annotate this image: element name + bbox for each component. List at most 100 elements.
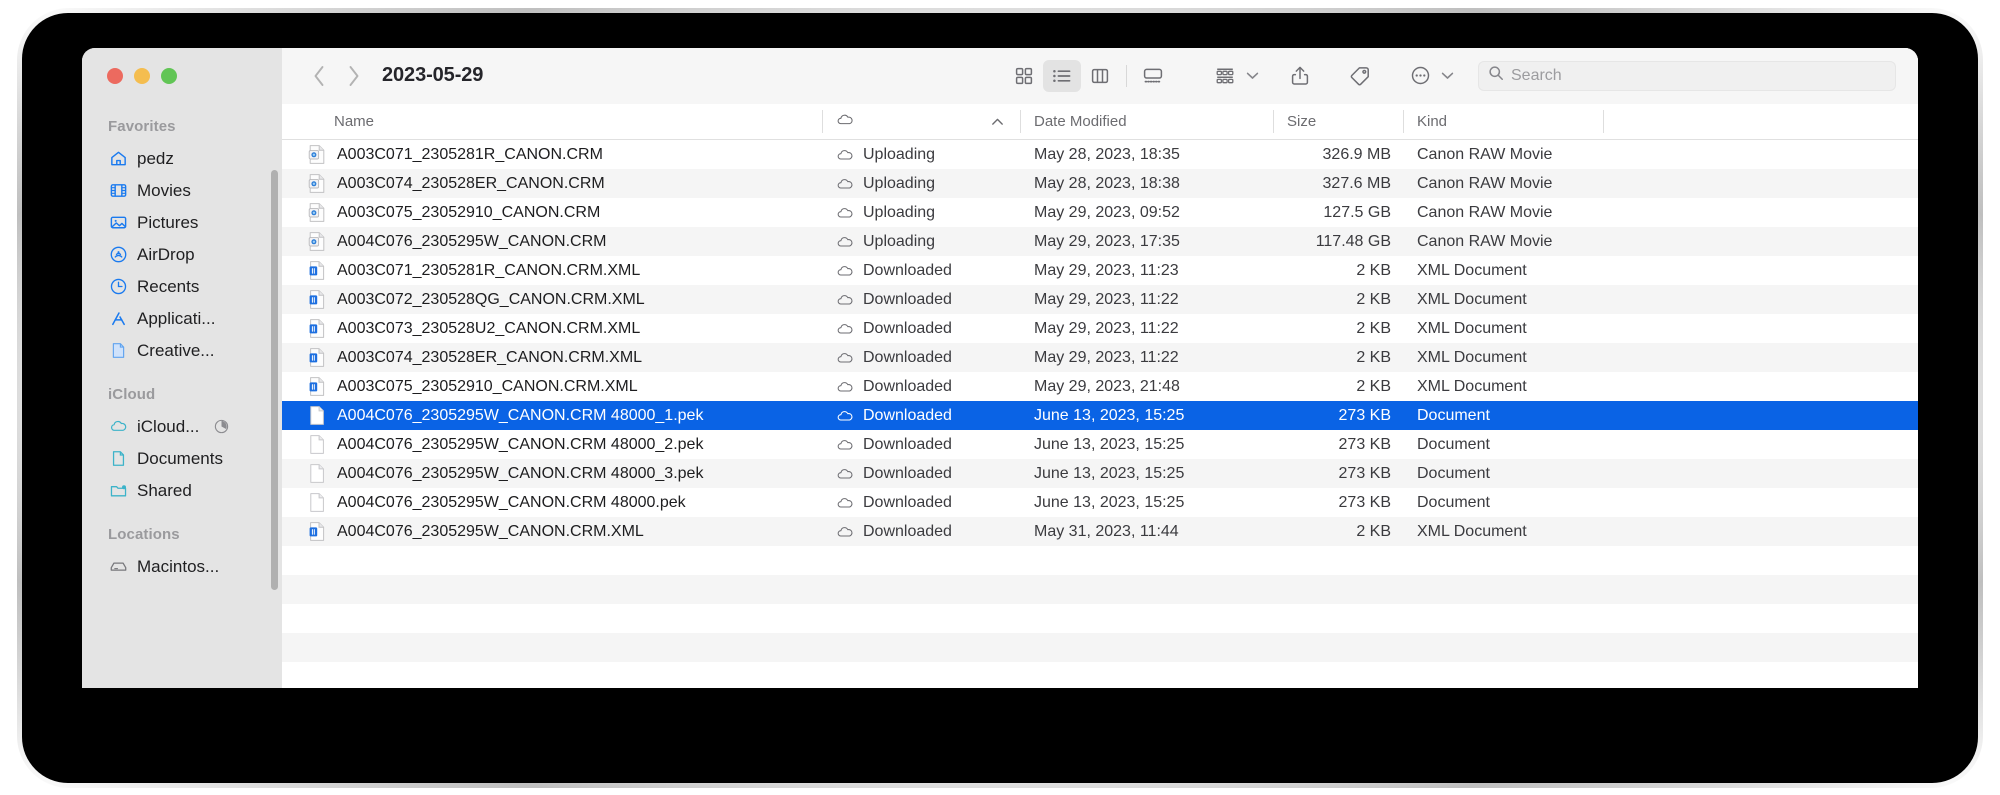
file-name-cell[interactable]: A004C076_2305295W_CANON.CRM 48000_1.pek [282, 405, 822, 427]
cloud-icon [836, 409, 855, 423]
cloud-icon [836, 293, 855, 307]
file-name-cell[interactable]: A004C076_2305295W_CANON.CRM 48000_2.pek [282, 434, 822, 456]
cloud-status-text: Downloaded [863, 464, 952, 482]
sidebar-item-recents[interactable]: Recents [82, 270, 282, 302]
sidebar-item-pictures[interactable]: Pictures [82, 206, 282, 238]
empty-row [282, 662, 1918, 688]
forward-button[interactable] [336, 59, 370, 93]
file-name-cell[interactable]: A004C076_2305295W_CANON.CRM [282, 231, 822, 253]
table-row[interactable]: A004C076_2305295W_CANON.CRM 48000_3.pek D… [282, 459, 1918, 488]
cloud-status-text: Downloaded [863, 319, 952, 337]
file-name-text: A004C076_2305295W_CANON.CRM 48000_1.pek [337, 406, 704, 424]
table-row[interactable]: A004C076_2305295W_CANON.CRM.XML Downloade… [282, 517, 1918, 546]
size-cell: 2 KB [1356, 377, 1391, 395]
size-cell: 273 KB [1338, 406, 1391, 424]
date-modified-cell: May 29, 2023, 21:48 [1034, 377, 1180, 395]
cloud-status-text: Downloaded [863, 348, 952, 366]
table-row[interactable]: A003C074_230528ER_CANON.CRM.XML Downloade… [282, 343, 1918, 372]
file-name-text: A003C075_23052910_CANON.CRM.XML [337, 377, 638, 395]
file-name-text: A003C074_230528ER_CANON.CRM [337, 174, 605, 192]
file-name-cell[interactable]: A003C074_230528ER_CANON.CRM.XML [282, 347, 822, 369]
sidebar-item-shared[interactable]: Shared [82, 474, 282, 506]
document-icon [108, 340, 128, 360]
table-row[interactable]: A003C075_23052910_CANON.CRM.XML Downloade… [282, 372, 1918, 401]
cloud-status-text: Downloaded [863, 290, 952, 308]
gallery-view-button[interactable] [1134, 60, 1172, 92]
file-name-cell[interactable]: A004C076_2305295W_CANON.CRM 48000_3.pek [282, 463, 822, 485]
sidebar-item-pedz[interactable]: pedz [82, 142, 282, 174]
table-row[interactable]: A003C074_230528ER_CANON.CRM Uploading May … [282, 169, 1918, 198]
table-row[interactable]: A004C076_2305295W_CANON.CRM 48000.pek Dow… [282, 488, 1918, 517]
table-row[interactable]: A004C076_2305295W_CANON.CRM 48000_1.pek D… [282, 401, 1918, 430]
table-row[interactable]: A003C073_230528U2_CANON.CRM.XML Downloade… [282, 314, 1918, 343]
more-actions-control[interactable] [1401, 60, 1454, 92]
table-row[interactable]: A004C076_2305295W_CANON.CRM 48000_2.pek D… [282, 430, 1918, 459]
sidebar-item-documents[interactable]: Documents [82, 442, 282, 474]
sidebar-section-icloud: iCloud [108, 386, 156, 403]
column-header-name[interactable]: Name [282, 104, 822, 139]
date-modified-cell: June 13, 2023, 15:25 [1034, 406, 1185, 424]
cloud-status-text: Uploading [863, 203, 936, 221]
file-name-cell[interactable]: A003C075_23052910_CANON.CRM.XML [282, 376, 822, 398]
size-cell: 2 KB [1356, 348, 1391, 366]
sidebar-item-label: Macintos... [137, 556, 220, 576]
group-by-control[interactable] [1206, 60, 1259, 92]
sidebar-item-label: Shared [137, 480, 192, 500]
airdrop-icon [108, 244, 128, 264]
file-name-cell[interactable]: A003C071_2305281R_CANON.CRM.XML [282, 260, 822, 282]
date-modified-cell: May 28, 2023, 18:35 [1034, 145, 1180, 163]
file-list[interactable]: A003C071_2305281R_CANON.CRM Uploading May … [282, 140, 1918, 688]
shared-folder-icon [108, 480, 128, 500]
table-row[interactable]: A003C071_2305281R_CANON.CRM Uploading May … [282, 140, 1918, 169]
blank-doc-icon [306, 463, 328, 485]
column-header-size[interactable]: Size [1273, 104, 1403, 139]
icon-view-button[interactable] [1005, 60, 1043, 92]
column-view-button[interactable] [1081, 60, 1119, 92]
date-modified-cell: May 29, 2023, 11:23 [1034, 261, 1179, 279]
minimize-button[interactable] [134, 68, 150, 84]
sidebar-item-icloud-drive[interactable]: iCloud... [82, 410, 282, 442]
column-header-date-modified[interactable]: Date Modified [1020, 104, 1273, 139]
cloud-icon [836, 177, 855, 191]
file-name-cell[interactable]: A004C076_2305295W_CANON.CRM 48000.pek [282, 492, 822, 514]
file-name-cell[interactable]: A003C075_23052910_CANON.CRM [282, 202, 822, 224]
table-row[interactable]: A003C072_230528QG_CANON.CRM.XML Downloade… [282, 285, 1918, 314]
sidebar-item-label: Creative... [137, 340, 215, 360]
column-header-label: Date Modified [1034, 113, 1127, 130]
sidebar-item-macintosh-hd[interactable]: Macintos... [82, 550, 282, 582]
column-header-cloud-status[interactable] [822, 104, 1020, 139]
maximize-button[interactable] [161, 68, 177, 84]
file-name-cell[interactable]: A003C072_230528QG_CANON.CRM.XML [282, 289, 822, 311]
sidebar-scrollbar[interactable] [271, 170, 278, 590]
search-input[interactable]: Search [1478, 60, 1896, 91]
more-button[interactable] [1401, 60, 1439, 92]
sidebar-section-locations: Locations [108, 526, 180, 543]
list-view-button[interactable] [1043, 59, 1081, 92]
tag-icon[interactable] [1341, 60, 1379, 92]
sidebar-item-label: iCloud... [137, 416, 200, 436]
file-name-cell[interactable]: A003C074_230528ER_CANON.CRM [282, 173, 822, 195]
date-modified-cell: May 29, 2023, 11:22 [1034, 319, 1179, 337]
cloud-status-text: Downloaded [863, 435, 952, 453]
sidebar-item-creative[interactable]: Creative... [82, 334, 282, 366]
file-name-cell[interactable]: A004C076_2305295W_CANON.CRM.XML [282, 521, 822, 543]
sidebar-item-applications[interactable]: Applicati... [82, 302, 282, 334]
kind-cell: Canon RAW Movie [1417, 174, 1553, 192]
table-row[interactable]: A004C076_2305295W_CANON.CRM Uploading May … [282, 227, 1918, 256]
sidebar-item-movies[interactable]: Movies [82, 174, 282, 206]
close-button[interactable] [107, 68, 123, 84]
table-row[interactable]: A003C075_23052910_CANON.CRM Uploading May … [282, 198, 1918, 227]
column-header-extra[interactable] [1603, 104, 1918, 139]
sidebar-item-airdrop[interactable]: AirDrop [82, 238, 282, 270]
file-name-cell[interactable]: A003C071_2305281R_CANON.CRM [282, 144, 822, 166]
share-button[interactable] [1281, 60, 1319, 92]
table-row[interactable]: A003C071_2305281R_CANON.CRM.XML Downloade… [282, 256, 1918, 285]
blank-doc-icon [306, 492, 328, 514]
column-header-kind[interactable]: Kind [1403, 104, 1603, 139]
sort-ascending-icon [991, 113, 1004, 130]
xml-icon [306, 289, 328, 311]
cloud-icon [836, 496, 855, 510]
group-by-button[interactable] [1206, 60, 1244, 92]
back-button[interactable] [302, 59, 336, 93]
file-name-cell[interactable]: A003C073_230528U2_CANON.CRM.XML [282, 318, 822, 340]
